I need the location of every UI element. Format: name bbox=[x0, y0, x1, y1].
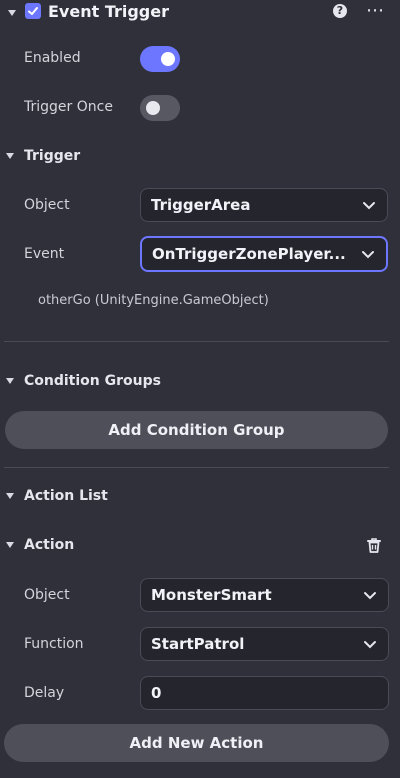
action-function-dropdown[interactable]: StartPatrol bbox=[140, 627, 389, 661]
trigger-once-label: Trigger Once bbox=[24, 99, 113, 115]
trigger-event-dropdown[interactable]: OnTriggerZonePlayer... bbox=[140, 236, 388, 272]
action-delay-input[interactable]: 0 bbox=[140, 676, 389, 710]
event-parameter-text: otherGo (UnityEngine.GameObject) bbox=[38, 293, 269, 308]
help-icon[interactable]: ? bbox=[333, 4, 347, 18]
add-new-action-button[interactable]: Add New Action bbox=[4, 724, 389, 762]
enabled-toggle[interactable] bbox=[140, 46, 180, 72]
component-title: Event Trigger bbox=[48, 2, 169, 21]
toggle-knob bbox=[146, 101, 160, 115]
enabled-label: Enabled bbox=[24, 50, 81, 66]
divider bbox=[4, 467, 389, 468]
action-object-value: MonsterSmart bbox=[151, 586, 272, 604]
action-delay-label: Delay bbox=[24, 685, 65, 701]
action-function-value: StartPatrol bbox=[151, 635, 245, 653]
condition-groups-title: Condition Groups bbox=[24, 373, 161, 389]
action-object-dropdown[interactable]: MonsterSmart bbox=[140, 578, 389, 612]
trigger-caret-icon[interactable] bbox=[6, 153, 14, 159]
action-object-label: Object bbox=[24, 587, 70, 603]
action-list-caret-icon[interactable] bbox=[6, 493, 14, 499]
chevron-down-icon bbox=[364, 641, 376, 649]
divider bbox=[4, 341, 389, 342]
action-list-title: Action List bbox=[24, 488, 108, 504]
trigger-event-label: Event bbox=[24, 246, 65, 262]
add-condition-group-button[interactable]: Add Condition Group bbox=[5, 411, 388, 449]
trigger-object-value: TriggerArea bbox=[151, 196, 251, 214]
trigger-section-title: Trigger bbox=[24, 148, 81, 164]
trigger-object-dropdown[interactable]: TriggerArea bbox=[140, 188, 388, 222]
chevron-down-icon bbox=[364, 592, 376, 600]
action-delay-value: 0 bbox=[151, 684, 162, 702]
condition-groups-caret-icon[interactable] bbox=[6, 378, 14, 384]
trigger-event-value: OnTriggerZonePlayer... bbox=[152, 245, 346, 263]
enabled-checkbox[interactable] bbox=[25, 3, 41, 19]
trigger-once-toggle[interactable] bbox=[140, 95, 180, 121]
action-function-label: Function bbox=[24, 636, 84, 652]
action-caret-icon[interactable] bbox=[6, 542, 14, 548]
trash-icon[interactable] bbox=[366, 537, 382, 554]
chevron-down-icon bbox=[362, 251, 374, 259]
checkmark-icon bbox=[28, 7, 38, 15]
more-options-icon[interactable]: ⋯ bbox=[366, 0, 385, 21]
trigger-object-label: Object bbox=[24, 197, 70, 213]
collapse-caret-icon[interactable] bbox=[8, 10, 16, 16]
chevron-down-icon bbox=[363, 202, 375, 210]
action-title: Action bbox=[24, 537, 75, 553]
toggle-knob bbox=[161, 52, 175, 66]
